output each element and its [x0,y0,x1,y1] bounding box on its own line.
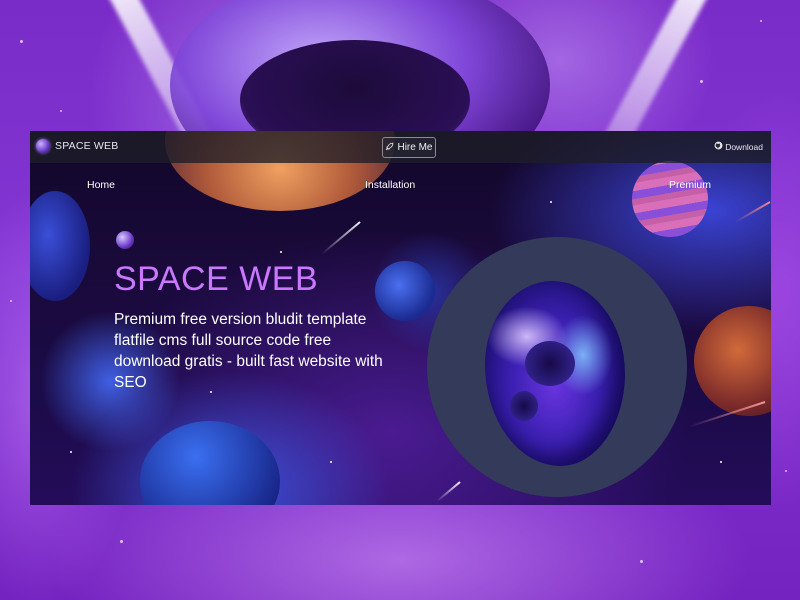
dust-particle [760,20,762,22]
star [550,201,552,203]
github-icon [714,141,723,152]
dust-particle [20,40,23,43]
hire-me-button[interactable]: Hire Me [382,137,436,158]
nav-item-installation[interactable]: Installation [365,179,415,191]
comet [321,221,361,255]
planet-mid-blue [375,261,435,321]
dust-particle [60,110,62,112]
dust-particle [10,300,12,302]
shape-hollow [510,391,538,421]
shape-hollow [525,341,575,386]
planet-left-blue [30,191,90,301]
brand-name: SPACE WEB [55,140,119,152]
hire-me-label: Hire Me [397,142,433,153]
star [330,461,332,463]
star [280,251,282,253]
star [720,461,722,463]
planet-right-orange [694,306,771,416]
dust-particle [640,560,643,563]
rocket-icon [385,142,394,154]
dust-particle [120,540,123,543]
planet-small-purple [116,231,134,249]
brand-logo[interactable]: SPACE WEB [36,139,118,153]
planet-top-right-striped [632,161,708,237]
dust-particle [785,470,787,472]
hero-subtitle: Premium free version bludit template fla… [114,311,383,391]
site-header: SPACE WEB Hire Me Download [30,131,771,163]
nav-item-premium[interactable]: Premium [669,179,711,191]
dust-particle [700,80,703,83]
planet-logo-icon [36,139,50,153]
download-label: Download [725,141,763,152]
comet [436,481,461,503]
comet [734,201,771,223]
planet-bottom-left [140,421,280,505]
hero-title: SPACE WEB [114,260,319,298]
star [70,451,72,453]
website-preview: SPACE WEB Hire Me Download Home Installa… [30,131,771,505]
nav-item-home[interactable]: Home [87,179,115,191]
download-link[interactable]: Download [714,141,763,152]
